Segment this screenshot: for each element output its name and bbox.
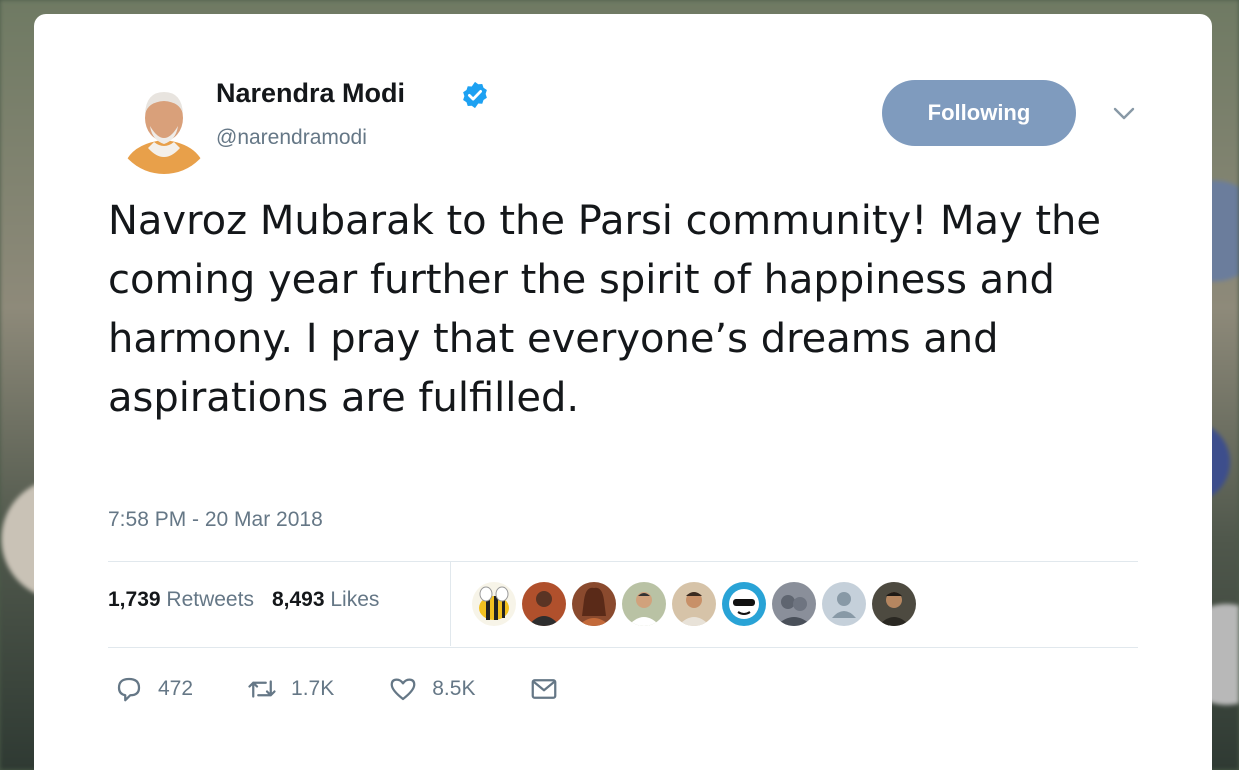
envelope-icon — [532, 679, 557, 699]
author-avatar[interactable] — [114, 74, 214, 174]
reply-button[interactable]: 472 — [114, 674, 193, 704]
liker-avatar-person[interactable] — [772, 582, 816, 626]
reply-count: 472 — [158, 677, 194, 700]
like-count: 8.5K — [432, 677, 476, 700]
author-handle[interactable]: @narendramodi — [216, 126, 367, 150]
author-avatar-image — [114, 74, 214, 174]
like-button[interactable]: 8.5K — [388, 674, 475, 704]
direct-message-button[interactable] — [529, 674, 559, 704]
liker-avatar-default[interactable] — [822, 582, 866, 626]
liker-avatar-cartoon[interactable] — [722, 582, 766, 626]
liker-avatar-person[interactable] — [672, 582, 716, 626]
tweet-timestamp[interactable]: 7:58 PM - 20 Mar 2018 — [108, 508, 323, 532]
tweet-text: Navroz Mubarak to the Parsi community! M… — [108, 198, 1102, 421]
retweets-count: 1,739 — [108, 588, 161, 611]
retweets-stat[interactable]: 1,739 Retweets — [108, 588, 254, 612]
stats-separator — [450, 562, 451, 646]
tweet-card: Narendra Modi @narendramodi Following Na… — [34, 14, 1212, 770]
author-name[interactable]: Narendra Modi — [216, 78, 405, 109]
likes-stat[interactable]: 8,493 Likes — [272, 588, 379, 612]
liker-avatar-person[interactable] — [872, 582, 916, 626]
liker-avatar-person[interactable] — [572, 582, 616, 626]
following-button[interactable]: Following — [882, 80, 1076, 146]
liker-avatar-person[interactable] — [522, 582, 566, 626]
divider — [108, 647, 1138, 648]
tweet-actions: 472 1.7K 8.5K — [114, 674, 613, 704]
verified-badge-icon — [463, 81, 487, 109]
reply-icon — [117, 677, 141, 702]
heart-icon — [390, 678, 416, 701]
retweet-count: 1.7K — [291, 677, 335, 700]
retweet-button[interactable]: 1.7K — [247, 674, 334, 704]
retweet-icon — [248, 680, 276, 698]
retweets-label: Retweets — [166, 588, 254, 611]
likers-avatars — [472, 582, 916, 626]
likes-label: Likes — [330, 588, 380, 611]
tweet-stats: 1,739 Retweets 8,493 Likes — [108, 588, 379, 612]
chevron-down-icon[interactable] — [1112, 106, 1136, 122]
likes-count: 8,493 — [271, 588, 325, 611]
liker-avatar-bee[interactable] — [472, 582, 516, 626]
divider — [108, 561, 1138, 562]
liker-avatar-person[interactable] — [622, 582, 666, 626]
